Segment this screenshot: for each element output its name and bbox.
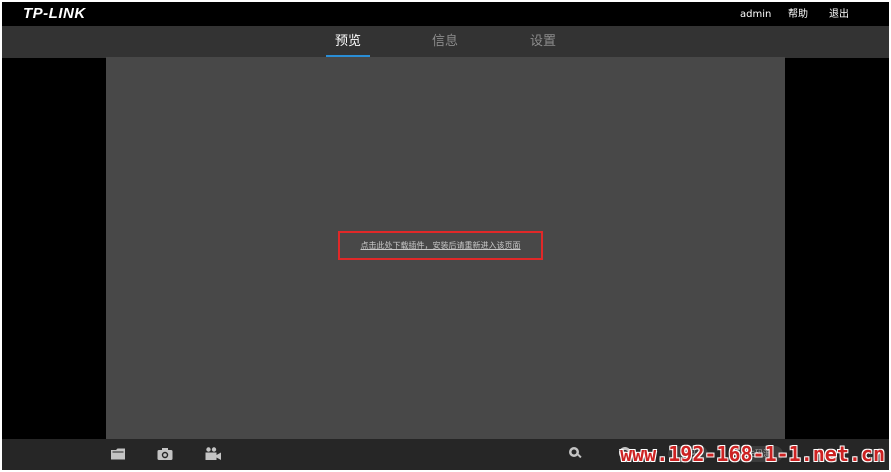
- tab-settings[interactable]: 设置: [530, 34, 556, 50]
- help-link[interactable]: 帮助: [788, 8, 808, 21]
- plugin-highlight-box: 点击此处下载插件，安装后请重新进入该页面: [338, 231, 543, 260]
- user-link[interactable]: admin: [740, 8, 771, 21]
- app-window: TP-LINK admin 帮助 退出 预览 信息 设置 点击此处下载插件，安装…: [2, 2, 889, 470]
- tab-preview[interactable]: 预览: [335, 34, 361, 50]
- tab-info[interactable]: 信息: [432, 34, 458, 50]
- zoom-icon[interactable]: [568, 446, 582, 460]
- folder-icon[interactable]: [109, 446, 127, 462]
- camera-icon[interactable]: [156, 446, 174, 462]
- sub-stream-button[interactable]: 子码: [668, 446, 708, 462]
- bottom-toolbar: 子码 主码流: [2, 439, 889, 470]
- top-bar: TP-LINK admin 帮助 退出: [2, 2, 889, 26]
- nav-bar: 预览 信息 设置: [2, 26, 889, 58]
- fullscreen-icon[interactable]: [618, 446, 632, 460]
- video-record-icon[interactable]: [204, 446, 222, 462]
- logout-link[interactable]: 退出: [829, 8, 849, 21]
- preview-area: 点击此处下载插件，安装后请重新进入该页面: [106, 57, 785, 439]
- main-stream-button[interactable]: 主码流: [735, 446, 783, 462]
- tplink-logo: TP-LINK: [23, 5, 86, 22]
- download-plugin-link[interactable]: 点击此处下载插件，安装后请重新进入该页面: [340, 233, 541, 258]
